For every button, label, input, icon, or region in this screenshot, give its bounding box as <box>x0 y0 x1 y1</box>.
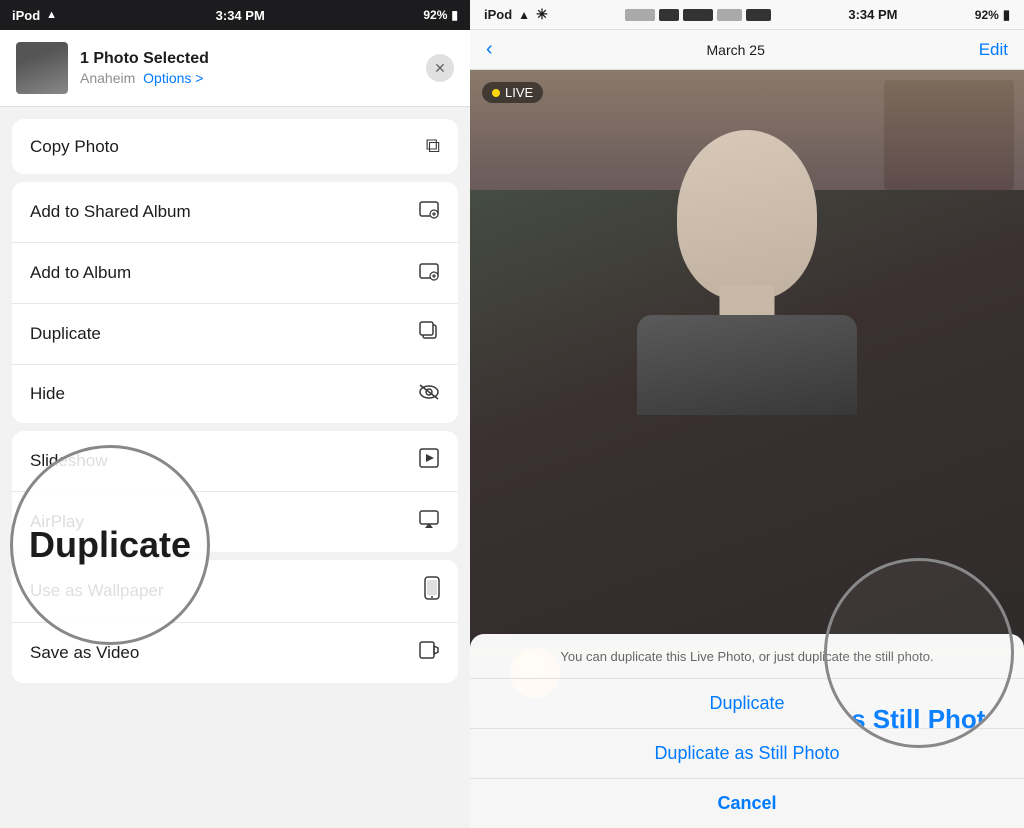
right-time: 3:34 PM <box>848 7 897 22</box>
right-circle-inner <box>827 561 1011 745</box>
carrier-label: iPod <box>12 8 40 23</box>
copy-photo-icon: ⧉ <box>426 135 440 158</box>
share-header: 1 Photo Selected Anaheim Options > ✕ <box>0 30 470 107</box>
right-brightness-icon: ✳ <box>536 6 548 23</box>
right-battery-pct: 92% <box>975 8 999 22</box>
duplicate-item[interactable]: Duplicate <box>12 304 458 365</box>
menu-group-1: Copy Photo ⧉ <box>12 119 458 174</box>
battery-percent: 92% <box>423 8 447 22</box>
live-label: LIVE <box>505 85 533 100</box>
duplicate-icon <box>418 320 440 348</box>
color-block-5 <box>746 9 771 21</box>
left-panel: iPod ▲ 3:34 PM 92% ▮ 1 Photo Selected An… <box>0 0 470 828</box>
battery-icon: ▮ <box>451 8 458 22</box>
duplicate-circle-highlight: Duplicate <box>10 445 210 645</box>
color-block-1 <box>625 9 655 21</box>
right-status-bar: iPod ▲ ✳ 3:34 PM 92% ▮ <box>470 0 1024 30</box>
close-button[interactable]: ✕ <box>426 54 454 82</box>
share-title: 1 Photo Selected <box>80 50 414 68</box>
hide-item[interactable]: Hide <box>12 365 458 423</box>
color-block-2 <box>659 9 679 21</box>
location-label: Anaheim <box>80 70 135 86</box>
add-album-item[interactable]: Add to Album <box>12 243 458 304</box>
slideshow-icon <box>418 447 440 475</box>
right-battery-icon: ▮ <box>1003 7 1010 23</box>
color-block-3 <box>683 9 713 21</box>
photo-area: LIVE You can duplicate this Live Photo, … <box>470 70 1024 828</box>
copy-photo-label: Copy Photo <box>30 137 119 157</box>
menu-content: Copy Photo ⧉ Add to Shared Album Add to … <box>0 115 470 828</box>
cancel-button[interactable]: Cancel <box>470 778 1024 828</box>
right-battery: 92% ▮ <box>975 7 1010 23</box>
wifi-icon: ▲ <box>46 9 57 21</box>
right-nav: ‹ March 25 Edit <box>470 30 1024 70</box>
right-carrier: iPod <box>484 7 512 22</box>
airplay-icon <box>418 508 440 536</box>
hide-label: Hide <box>30 384 65 404</box>
add-shared-album-label: Add to Shared Album <box>30 202 191 222</box>
right-panel: iPod ▲ ✳ 3:34 PM 92% ▮ ‹ March 25 Edit <box>470 0 1024 828</box>
options-link[interactable]: Options > <box>143 70 203 86</box>
add-shared-album-icon <box>418 198 440 226</box>
back-button[interactable]: ‹ <box>486 38 493 61</box>
save-video-icon <box>418 639 440 667</box>
edit-button[interactable]: Edit <box>979 40 1008 60</box>
live-dot <box>492 89 500 97</box>
date-label: March 25 <box>707 42 765 58</box>
right-circle-highlight: as Still Photo <box>824 558 1014 748</box>
color-block-4 <box>717 9 742 21</box>
status-left: iPod ▲ <box>12 8 57 23</box>
save-video-label: Save as Video <box>30 643 139 663</box>
wallpaper-icon <box>424 576 440 606</box>
circle-highlight-text: Duplicate <box>29 524 191 566</box>
add-shared-album-item[interactable]: Add to Shared Album <box>12 182 458 243</box>
share-subtitle: Anaheim Options > <box>80 70 414 86</box>
photo-thumbnail <box>16 42 68 94</box>
add-album-label: Add to Album <box>30 263 131 283</box>
share-info: 1 Photo Selected Anaheim Options > <box>80 50 414 86</box>
battery-info: 92% ▮ <box>423 8 458 22</box>
duplicate-label: Duplicate <box>30 324 101 344</box>
hide-icon <box>418 381 440 407</box>
left-status-bar: iPod ▲ 3:34 PM 92% ▮ <box>0 0 470 30</box>
time-label: 3:34 PM <box>216 8 265 23</box>
color-blocks <box>625 9 771 21</box>
add-album-icon <box>418 259 440 287</box>
live-badge: LIVE <box>482 82 543 103</box>
copy-photo-item[interactable]: Copy Photo ⧉ <box>12 119 458 174</box>
right-wifi-icon: ▲ <box>518 8 530 22</box>
menu-group-2: Add to Shared Album Add to Album <box>12 182 458 423</box>
